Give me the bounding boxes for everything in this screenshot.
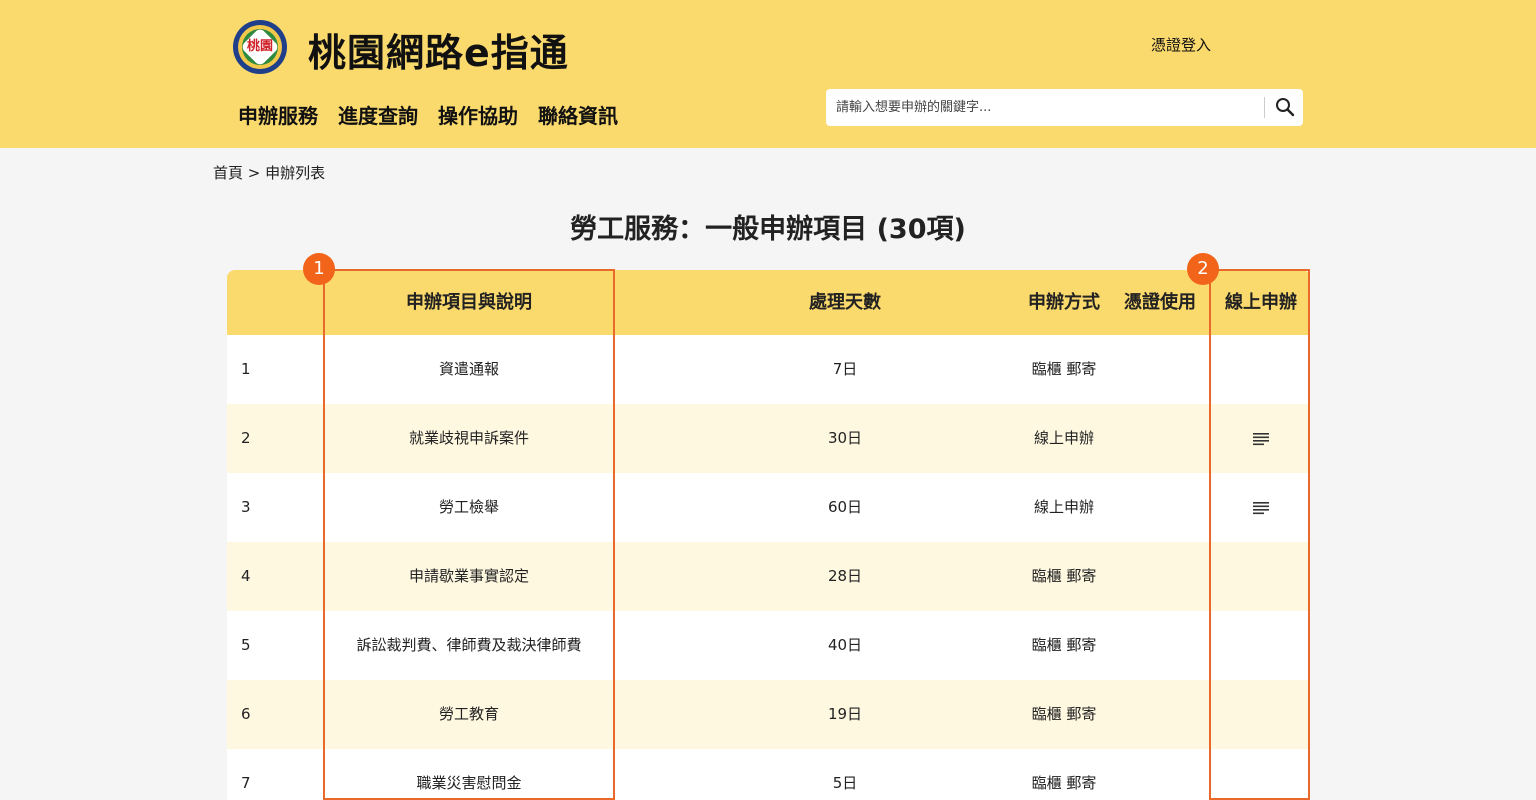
row-days: 40日 <box>827 636 863 654</box>
row-number: 5 <box>241 636 251 654</box>
row-number: 1 <box>241 360 251 378</box>
row-item-name[interactable]: 訴訟裁判費、律師費及裁決律師費 <box>324 611 614 680</box>
page-title: 勞工服務：一般申辦項目 (30項) <box>570 214 966 245</box>
search-icon <box>1276 98 1295 117</box>
table-header: 申辦項目與說明 處理天數 申辦方式 憑證使用 線上申辦 <box>227 270 1310 335</box>
site-title[interactable]: 桃園網路e指通 <box>308 22 569 77</box>
service-table: 申辦項目與說明 處理天數 申辦方式 憑證使用 線上申辦 1 資遣通報 7日 臨櫃… <box>227 270 1310 800</box>
row-method: 臨櫃 郵寄 <box>1031 360 1097 378</box>
row-online <box>1212 473 1310 542</box>
row-method: 臨櫃 郵寄 <box>1031 705 1097 723</box>
row-number: 7 <box>241 774 251 792</box>
header-method: 申辦方式 <box>1028 292 1100 313</box>
annotation-badge-1: 1 <box>303 253 335 285</box>
row-item-name[interactable]: 勞工教育 <box>324 680 614 749</box>
nav-item-services[interactable]: 申辦服務 <box>238 100 318 129</box>
breadcrumb[interactable]: 首頁 > 申辦列表 <box>213 162 325 183</box>
row-method: 臨櫃 郵寄 <box>1031 636 1097 654</box>
row-days: 5日 <box>832 774 858 792</box>
nav-item-progress[interactable]: 進度查詢 <box>338 100 418 129</box>
row-method: 線上申辦 <box>1033 429 1094 447</box>
main-nav: 申辦服務 進度查詢 操作協助 聯絡資訊 <box>238 100 618 129</box>
row-item-name[interactable]: 就業歧視申訴案件 <box>324 404 614 473</box>
row-days: 19日 <box>827 705 863 723</box>
logo-text: 桃園 <box>246 39 273 54</box>
search-button[interactable] <box>1268 89 1303 126</box>
table-row[interactable]: 3 勞工檢舉 60日 線上申辦 <box>227 473 1310 542</box>
row-online <box>1212 404 1310 473</box>
row-method: 臨櫃 郵寄 <box>1031 567 1097 585</box>
row-days: 30日 <box>827 429 863 447</box>
taoyuan-logo[interactable]: 桃園 <box>233 20 287 74</box>
row-item-name[interactable]: 資遣通報 <box>324 335 614 404</box>
row-method: 臨櫃 郵寄 <box>1031 774 1097 792</box>
table-row[interactable]: 4 申請歇業事實認定 28日 臨櫃 郵寄 <box>227 542 1310 611</box>
annotation-badge-2: 2 <box>1187 253 1219 285</box>
online-apply-icon[interactable] <box>1252 432 1270 446</box>
table-row[interactable]: 6 勞工教育 19日 臨櫃 郵寄 <box>227 680 1310 749</box>
search-input[interactable] <box>826 89 1263 126</box>
row-days: 28日 <box>827 567 863 585</box>
search-divider <box>1264 97 1265 118</box>
row-item-name[interactable]: 職業災害慰問金 <box>324 749 614 800</box>
row-number: 2 <box>241 429 251 447</box>
row-online <box>1212 749 1310 800</box>
row-online <box>1212 335 1310 404</box>
row-method: 線上申辦 <box>1033 498 1094 516</box>
nav-item-contact[interactable]: 聯絡資訊 <box>538 100 618 129</box>
row-online <box>1212 542 1310 611</box>
table-row[interactable]: 5 訴訟裁判費、律師費及裁決律師費 40日 臨櫃 郵寄 <box>227 611 1310 680</box>
site-header: 桃園 桃園網路e指通 憑證登入 申辦服務 進度查詢 操作協助 聯絡資訊 <box>0 0 1536 148</box>
table-row[interactable]: 7 職業災害慰問金 5日 臨櫃 郵寄 <box>227 749 1310 800</box>
row-item-name[interactable]: 申請歇業事實認定 <box>324 542 614 611</box>
table-row[interactable]: 1 資遣通報 7日 臨櫃 郵寄 <box>227 335 1310 404</box>
row-days: 7日 <box>832 360 858 378</box>
header-online: 線上申辦 <box>1225 292 1297 313</box>
row-number: 3 <box>241 498 251 516</box>
search-bar <box>826 89 1303 126</box>
online-apply-icon[interactable] <box>1252 501 1270 515</box>
header-days: 處理天數 <box>809 292 881 313</box>
row-item-name[interactable]: 勞工檢舉 <box>324 473 614 542</box>
header-cert: 憑證使用 <box>1124 292 1196 313</box>
header-item-name: 申辦項目與說明 <box>406 292 532 313</box>
row-online <box>1212 611 1310 680</box>
nav-item-help[interactable]: 操作協助 <box>438 100 518 129</box>
certificate-login-link[interactable]: 憑證登入 <box>1151 34 1211 55</box>
table-row[interactable]: 2 就業歧視申訴案件 30日 線上申辦 <box>227 404 1310 473</box>
row-online <box>1212 680 1310 749</box>
row-number: 4 <box>241 567 251 585</box>
row-number: 6 <box>241 705 251 723</box>
row-days: 60日 <box>827 498 863 516</box>
